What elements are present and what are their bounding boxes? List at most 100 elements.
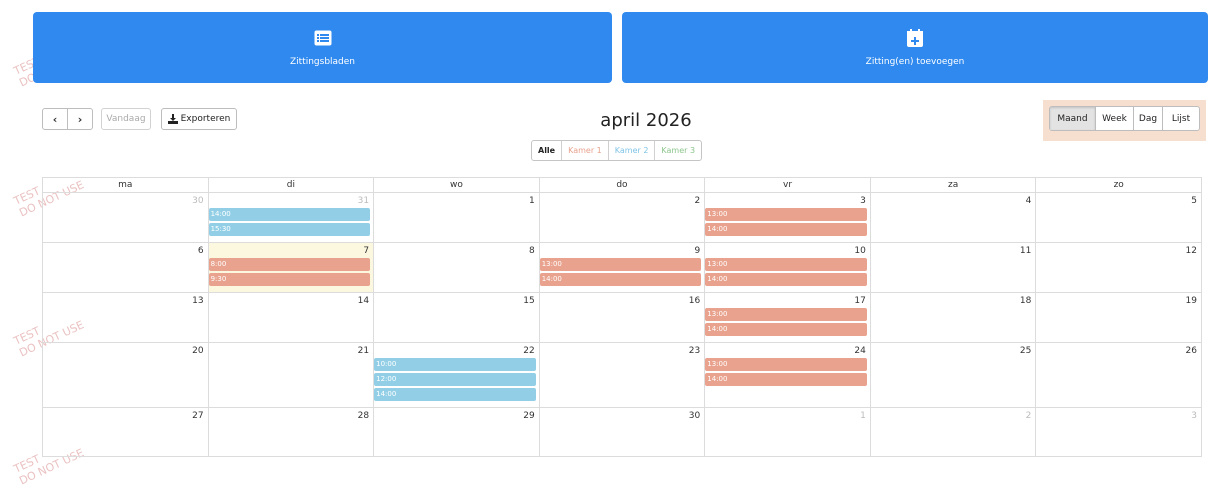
day-number: 24 — [854, 346, 866, 356]
export-label: Exporteren — [180, 114, 231, 124]
calendar-event[interactable]: 14:00 — [705, 373, 867, 386]
day-cell[interactable]: 5 — [1035, 192, 1202, 243]
day-number: 28 — [357, 411, 370, 421]
day-cell[interactable]: 22 10:00 12:00 14:00 — [373, 342, 540, 408]
day-cell[interactable]: 24 13:00 14:00 — [704, 342, 871, 408]
day-cell[interactable]: 31 14:00 15:30 — [207, 192, 375, 243]
day-number: 2 — [694, 196, 701, 206]
day-cell[interactable]: 21 — [207, 342, 375, 408]
day-cell[interactable]: 16 — [538, 292, 706, 343]
calendar-event[interactable]: 14:00 — [374, 388, 536, 401]
day-cell[interactable]: 30 — [538, 407, 706, 457]
add-session-label: Zitting(en) toevoegen — [865, 56, 965, 67]
day-cell[interactable]: 27 — [42, 407, 209, 457]
calendar-event[interactable]: 13:00 — [705, 308, 867, 321]
day-cell[interactable]: 20 — [42, 342, 209, 408]
filter-all[interactable]: Alle — [532, 141, 561, 160]
room-filters: Alle Kamer 1 Kamer 2 Kamer 3 — [531, 140, 703, 161]
day-cell[interactable]: 1 — [704, 407, 871, 457]
view-month-button[interactable]: Maand — [1050, 107, 1095, 130]
weekday-header: ma — [42, 177, 209, 193]
day-cell[interactable]: 6 — [42, 242, 209, 293]
day-cell[interactable]: 17 13:00 14:00 — [704, 292, 871, 343]
day-cell[interactable]: 15 — [373, 292, 540, 343]
day-number: 19 — [1185, 296, 1197, 306]
day-cell[interactable]: 9 13:00 14:00 — [538, 242, 706, 293]
calendar-event[interactable]: 14:00 — [705, 223, 867, 236]
day-number: 23 — [688, 346, 701, 356]
calendar-event[interactable]: 13:00 — [705, 208, 867, 221]
calendar-event[interactable]: 10:00 — [374, 358, 536, 371]
calendar-event[interactable]: 14:00 — [539, 273, 702, 286]
weekday-header: di — [207, 177, 375, 193]
calendar-event[interactable]: 9:30 — [208, 273, 371, 286]
day-cell[interactable]: 26 — [1035, 342, 1202, 408]
today-button[interactable]: Vandaag — [101, 108, 151, 130]
list-icon — [314, 29, 332, 47]
day-number: 5 — [1191, 196, 1197, 206]
filter-kamer-2[interactable]: Kamer 2 — [607, 141, 655, 160]
day-cell[interactable]: 7 8:00 9:30 — [207, 242, 375, 293]
weekday-header-row: ma di wo do vr za zo — [42, 177, 1202, 193]
day-number: 26 — [1185, 346, 1197, 356]
view-day-button[interactable]: Dag — [1133, 107, 1162, 130]
day-cell[interactable]: 11 — [869, 242, 1037, 293]
calendar-event[interactable]: 13:00 — [539, 258, 702, 271]
calendar-event[interactable]: 14:00 — [705, 323, 867, 336]
weekday-header: vr — [704, 177, 871, 193]
calendar-event[interactable]: 13:00 — [705, 358, 867, 371]
weekday-header: za — [869, 177, 1037, 193]
calendar-event[interactable]: 13:00 — [705, 258, 867, 271]
day-cell[interactable]: 12 — [1035, 242, 1202, 293]
zittingsbladen-button[interactable]: Zittingsbladen — [33, 12, 612, 83]
filter-kamer-3[interactable]: Kamer 3 — [654, 141, 701, 160]
export-button[interactable]: Exporteren — [161, 108, 237, 130]
day-number: 3 — [860, 196, 866, 206]
week-row: 6 7 8:00 9:30 8 9 13:00 14:00 10 13:00 14:00 11 12 — [42, 242, 1202, 293]
add-session-button[interactable]: Zitting(en) toevoegen — [622, 12, 1208, 83]
view-list-button[interactable]: Lijst — [1162, 107, 1199, 130]
weekday-header: do — [538, 177, 706, 193]
day-cell[interactable]: 29 — [373, 407, 540, 457]
today-label: Vandaag — [106, 114, 146, 124]
next-button[interactable]: › — [67, 109, 92, 129]
view-week-button[interactable]: Week — [1095, 107, 1133, 130]
day-cell[interactable]: 3 — [1035, 407, 1202, 457]
day-cell[interactable]: 8 — [373, 242, 540, 293]
day-cell[interactable]: 3 13:00 14:00 — [704, 192, 871, 243]
calendar-event[interactable]: 14:00 — [208, 208, 371, 221]
calendar-event[interactable]: 14:00 — [705, 273, 867, 286]
day-number: 1 — [528, 196, 535, 206]
week-row: 20 21 22 10:00 12:00 14:00 23 24 13:00 14:00 25 26 — [42, 342, 1202, 408]
day-number: 27 — [192, 411, 204, 421]
filter-kamer-1[interactable]: Kamer 1 — [561, 141, 608, 160]
day-number: 11 — [1019, 246, 1032, 256]
day-cell[interactable]: 25 — [869, 342, 1037, 408]
page-title: april 2026 — [600, 110, 692, 131]
day-cell[interactable]: 19 — [1035, 292, 1202, 343]
prev-button[interactable]: ‹ — [43, 109, 67, 129]
day-cell[interactable]: 13 — [42, 292, 209, 343]
day-number: 9 — [694, 246, 701, 256]
day-cell[interactable]: 10 13:00 14:00 — [704, 242, 871, 293]
day-cell[interactable]: 18 — [869, 292, 1037, 343]
day-cell[interactable]: 14 — [207, 292, 375, 343]
day-cell[interactable]: 2 — [538, 192, 706, 243]
day-number: 1 — [860, 411, 866, 421]
day-cell[interactable]: 2 — [869, 407, 1037, 457]
day-number: 25 — [1019, 346, 1032, 356]
day-cell[interactable]: 30 — [42, 192, 209, 243]
calendar-event[interactable]: 8:00 — [208, 258, 371, 271]
day-number: 30 — [688, 411, 701, 421]
day-cell[interactable]: 4 — [869, 192, 1037, 243]
day-number: 17 — [854, 296, 866, 306]
calendar-event[interactable]: 15:30 — [208, 223, 371, 236]
day-number: 6 — [197, 246, 204, 256]
calendar-event[interactable]: 12:00 — [374, 373, 536, 386]
day-cell[interactable]: 1 — [373, 192, 540, 243]
week-row: 13 14 15 16 17 13:00 14:00 18 19 — [42, 292, 1202, 343]
week-row: 30 31 14:00 15:30 1 2 3 13:00 14:00 4 5 — [42, 192, 1202, 243]
day-cell[interactable]: 23 — [538, 342, 706, 408]
day-number: 7 — [363, 246, 370, 256]
day-cell[interactable]: 28 — [207, 407, 375, 457]
